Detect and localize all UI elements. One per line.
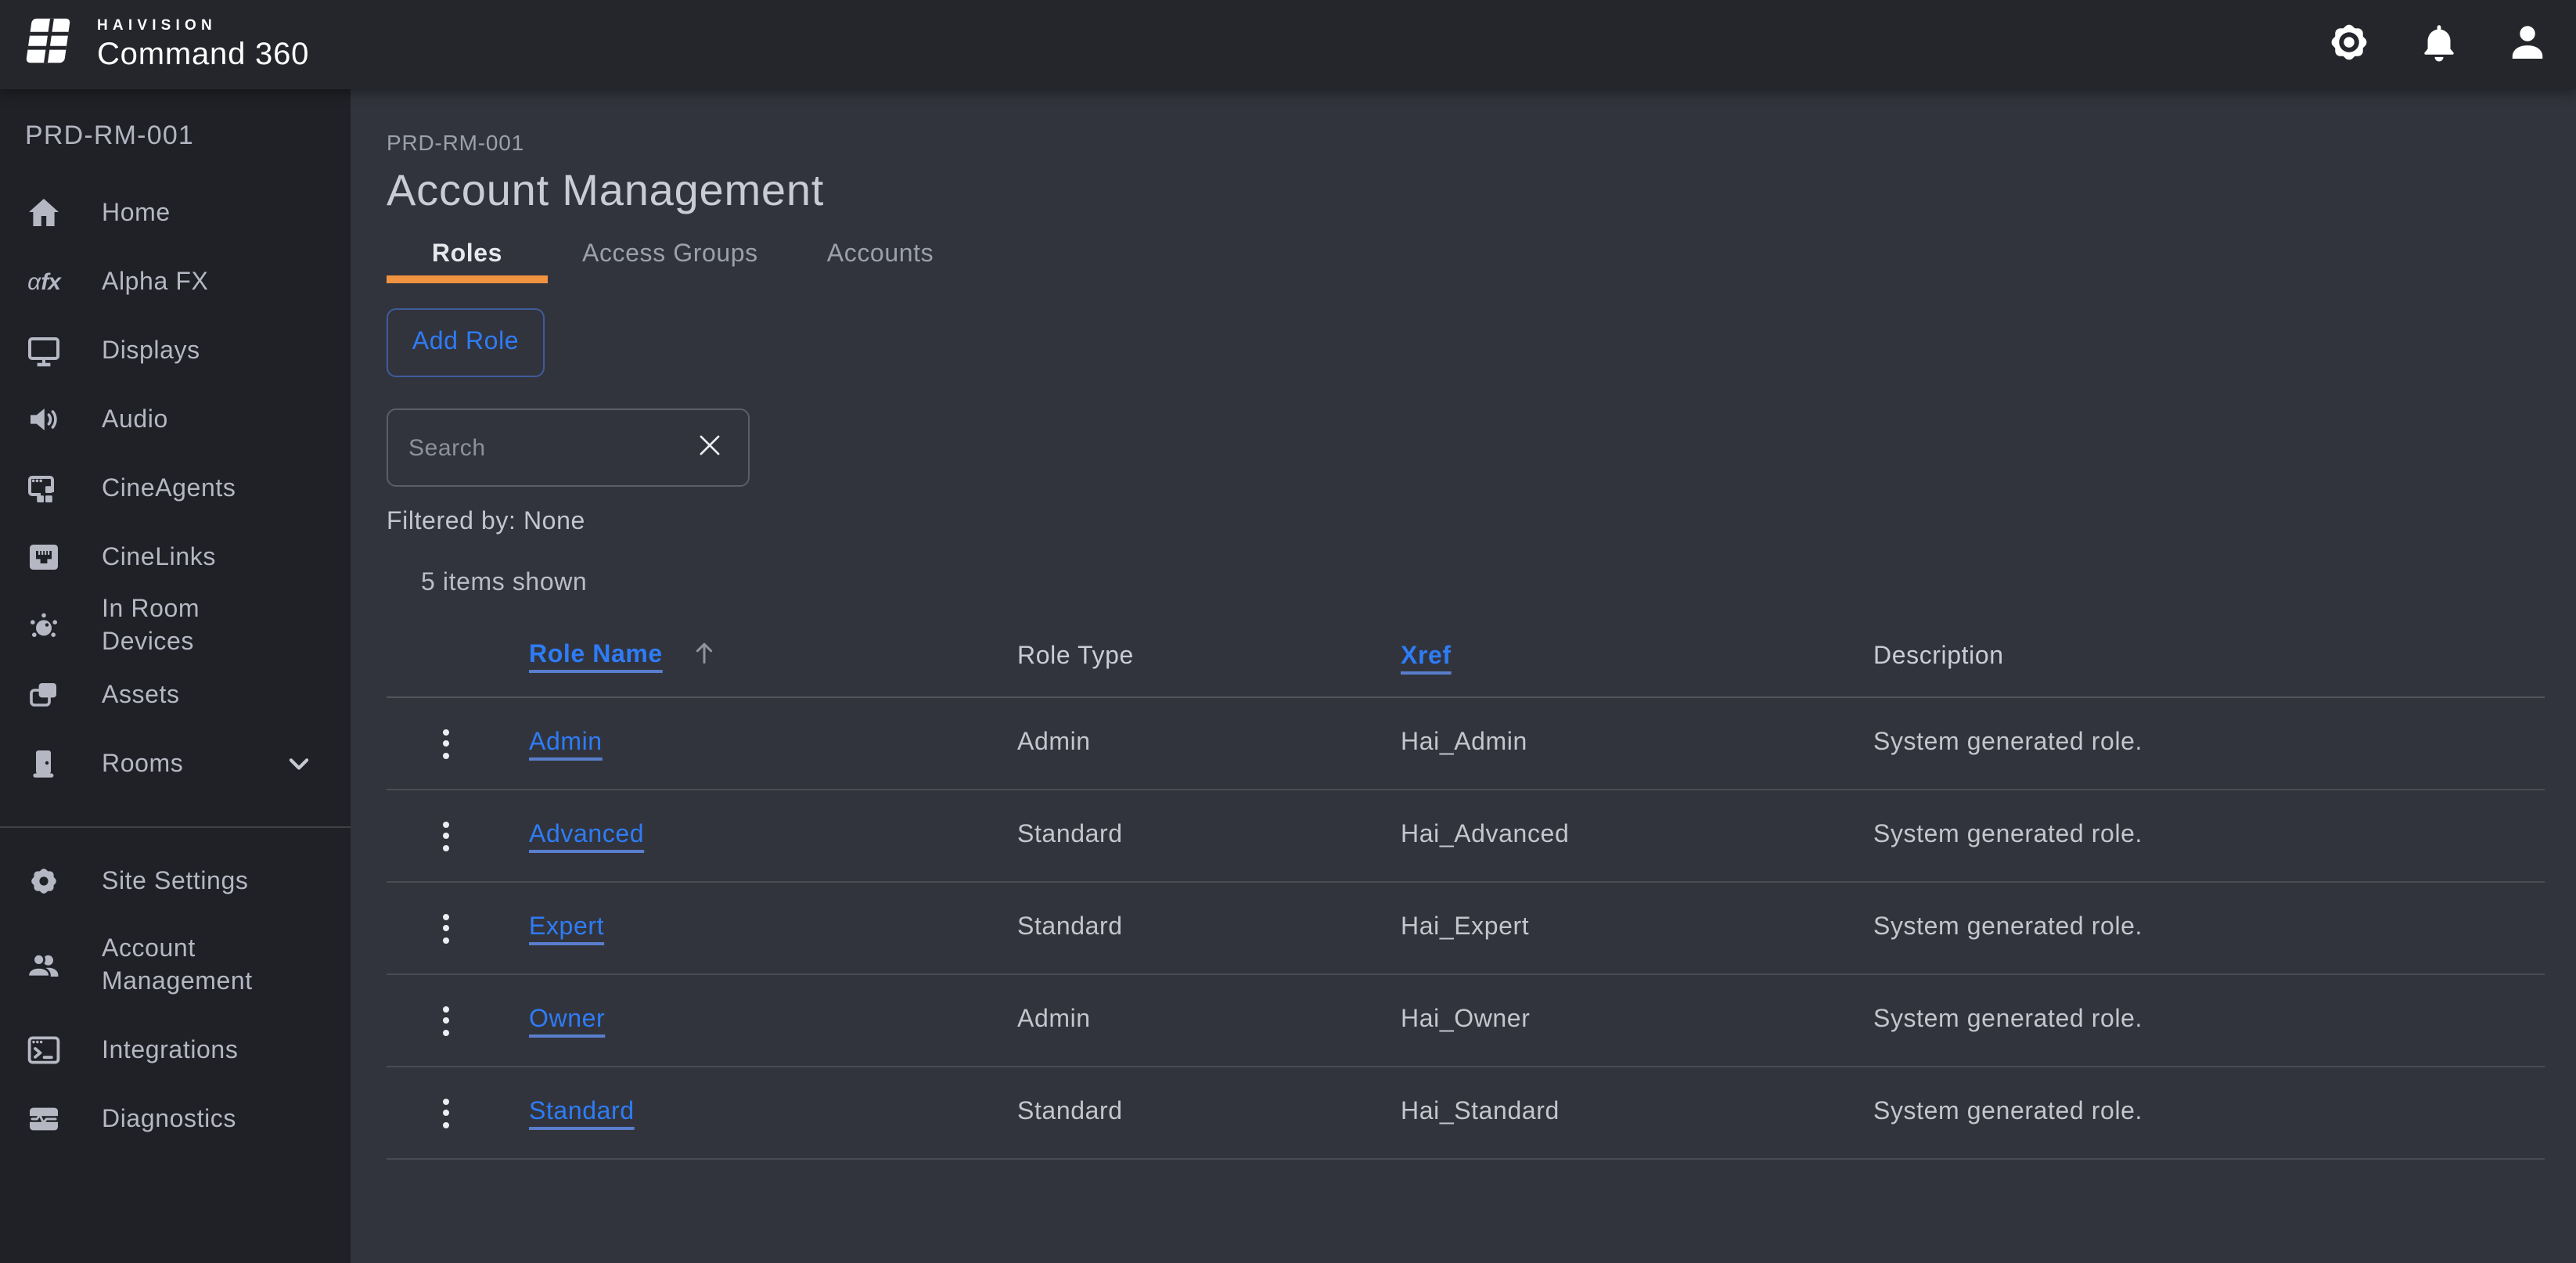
table-row: Owner Admin Hai_Owner System generated r… xyxy=(387,974,2545,1067)
sidebar-item-audio[interactable]: Audio xyxy=(0,385,351,454)
top-bar: HAIVISION Command 360 xyxy=(0,0,2576,89)
room-id-label: PRD-RM-001 xyxy=(0,121,351,152)
add-role-button[interactable]: Add Role xyxy=(387,308,545,377)
role-name-link[interactable]: Standard xyxy=(529,1099,635,1125)
row-menu-button[interactable] xyxy=(434,1095,459,1131)
xref-cell: Hai_Advanced xyxy=(1401,790,1873,882)
sidebar-item-home[interactable]: Home xyxy=(0,178,351,247)
role-type-cell: Admin xyxy=(1017,974,1401,1067)
display-icon xyxy=(23,330,64,371)
role-type-cell: Admin xyxy=(1017,697,1401,790)
tab-accounts[interactable]: Accounts xyxy=(793,233,968,283)
sidebar-item-site-settings[interactable]: Site Settings xyxy=(0,847,351,916)
topbar-actions xyxy=(2326,21,2551,68)
sidebar-item-account-management[interactable]: Account Management xyxy=(0,916,351,1016)
home-icon xyxy=(23,193,64,233)
table-row: Expert Standard Hai_Expert System genera… xyxy=(387,882,2545,974)
sidebar-item-rooms[interactable]: Rooms xyxy=(0,729,351,798)
user-account-icon xyxy=(2504,19,2551,70)
items-shown-label: 5 items shown xyxy=(387,570,2545,598)
sidebar-item-displays[interactable]: Displays xyxy=(0,316,351,385)
role-name-link[interactable]: Advanced xyxy=(529,822,644,848)
sidebar-item-diagnostics[interactable]: Diagnostics xyxy=(0,1085,351,1153)
cinelinks-icon xyxy=(23,537,64,578)
user-menu-button[interactable] xyxy=(2504,21,2551,68)
description-cell: System generated role. xyxy=(1873,882,2545,974)
alpha-fx-icon: αfx xyxy=(23,261,64,302)
sort-ascending-icon xyxy=(689,637,720,676)
brand-name: HAIVISION xyxy=(97,20,309,34)
tab-roles[interactable]: Roles xyxy=(387,233,548,283)
role-name-link[interactable]: Expert xyxy=(529,914,604,941)
sort-role-name-link[interactable]: Role Name xyxy=(529,642,663,668)
row-menu-button[interactable] xyxy=(434,1002,459,1038)
notifications-bell-icon xyxy=(2416,20,2461,70)
in-room-devices-icon xyxy=(23,606,64,646)
sidebar-item-cinelinks[interactable]: CineLinks xyxy=(0,523,351,592)
main-content: PRD-RM-001 Account Management Roles Acce… xyxy=(351,89,2576,1263)
breadcrumb: PRD-RM-001 xyxy=(387,130,2545,155)
xref-cell: Hai_Owner xyxy=(1401,974,1873,1067)
role-name-link[interactable]: Owner xyxy=(529,1006,605,1033)
brand-logo[interactable]: HAIVISION Command 360 xyxy=(22,16,309,74)
settings-button[interactable] xyxy=(2326,21,2373,68)
haivision-grid-logo-icon xyxy=(22,16,81,74)
xref-cell: Hai_Expert xyxy=(1401,882,1873,974)
product-name: Command 360 xyxy=(97,39,309,70)
xref-cell: Hai_Admin xyxy=(1401,697,1873,790)
roles-table: Role Name Role Type Xref Description xyxy=(387,637,2545,1160)
sidebar: PRD-RM-001 Home αfx Alpha FX xyxy=(0,89,351,1263)
search-box xyxy=(387,408,750,487)
assets-icon xyxy=(23,675,64,715)
audio-speaker-icon xyxy=(23,399,64,440)
row-menu-button[interactable] xyxy=(434,725,459,761)
role-type-cell: Standard xyxy=(1017,1067,1401,1159)
menu-column-header xyxy=(387,637,529,697)
page-title: Account Management xyxy=(387,166,2545,216)
close-icon xyxy=(695,430,725,465)
role-type-cell: Standard xyxy=(1017,790,1401,882)
sidebar-item-cineagents[interactable]: CineAgents xyxy=(0,454,351,523)
app-window: HAIVISION Command 360 xyxy=(0,0,2576,1263)
xref-cell: Hai_Standard xyxy=(1401,1067,1873,1159)
diagnostics-pulse-icon xyxy=(23,1099,64,1139)
description-cell: System generated role. xyxy=(1873,974,2545,1067)
sidebar-item-in-room-devices[interactable]: In Room Devices xyxy=(0,592,351,660)
table-row: Standard Standard Hai_Standard System ge… xyxy=(387,1067,2545,1159)
description-cell: System generated role. xyxy=(1873,697,2545,790)
description-cell: System generated role. xyxy=(1873,1067,2545,1159)
column-role-name: Role Name xyxy=(529,637,1017,697)
row-menu-button[interactable] xyxy=(434,818,459,854)
tab-access-groups[interactable]: Access Groups xyxy=(548,233,793,283)
sidebar-item-assets[interactable]: Assets xyxy=(0,660,351,729)
description-cell: System generated role. xyxy=(1873,790,2545,882)
role-type-cell: Standard xyxy=(1017,882,1401,974)
table-header-row: Role Name Role Type Xref Description xyxy=(387,637,2545,697)
settings-gear-icon xyxy=(2326,19,2373,70)
sidebar-item-integrations[interactable]: Integrations xyxy=(0,1016,351,1085)
column-xref: Xref xyxy=(1401,637,1873,697)
role-name-link[interactable]: Admin xyxy=(529,729,603,756)
sidebar-divider xyxy=(0,826,351,828)
table-row: Advanced Standard Hai_Advanced System ge… xyxy=(387,790,2545,882)
row-menu-button[interactable] xyxy=(434,910,459,946)
column-description: Description xyxy=(1873,637,2545,697)
column-role-type: Role Type xyxy=(1017,637,1401,697)
sort-xref-link[interactable]: Xref xyxy=(1401,642,1452,669)
rooms-door-icon xyxy=(23,743,64,784)
people-icon xyxy=(23,945,64,986)
terminal-icon xyxy=(23,1030,64,1070)
notifications-button[interactable] xyxy=(2415,21,2462,68)
table-row: Admin Admin Hai_Admin System generated r… xyxy=(387,697,2545,790)
chevron-down-icon xyxy=(282,747,316,789)
filtered-by-label: Filtered by: None xyxy=(387,509,2545,537)
sidebar-item-alpha-fx[interactable]: αfx Alpha FX xyxy=(0,247,351,316)
gear-icon xyxy=(23,861,64,901)
tab-bar: Roles Access Groups Accounts xyxy=(387,233,2545,283)
search-input[interactable] xyxy=(408,434,692,461)
clear-search-button[interactable] xyxy=(692,427,728,468)
cineagents-icon xyxy=(23,468,64,509)
